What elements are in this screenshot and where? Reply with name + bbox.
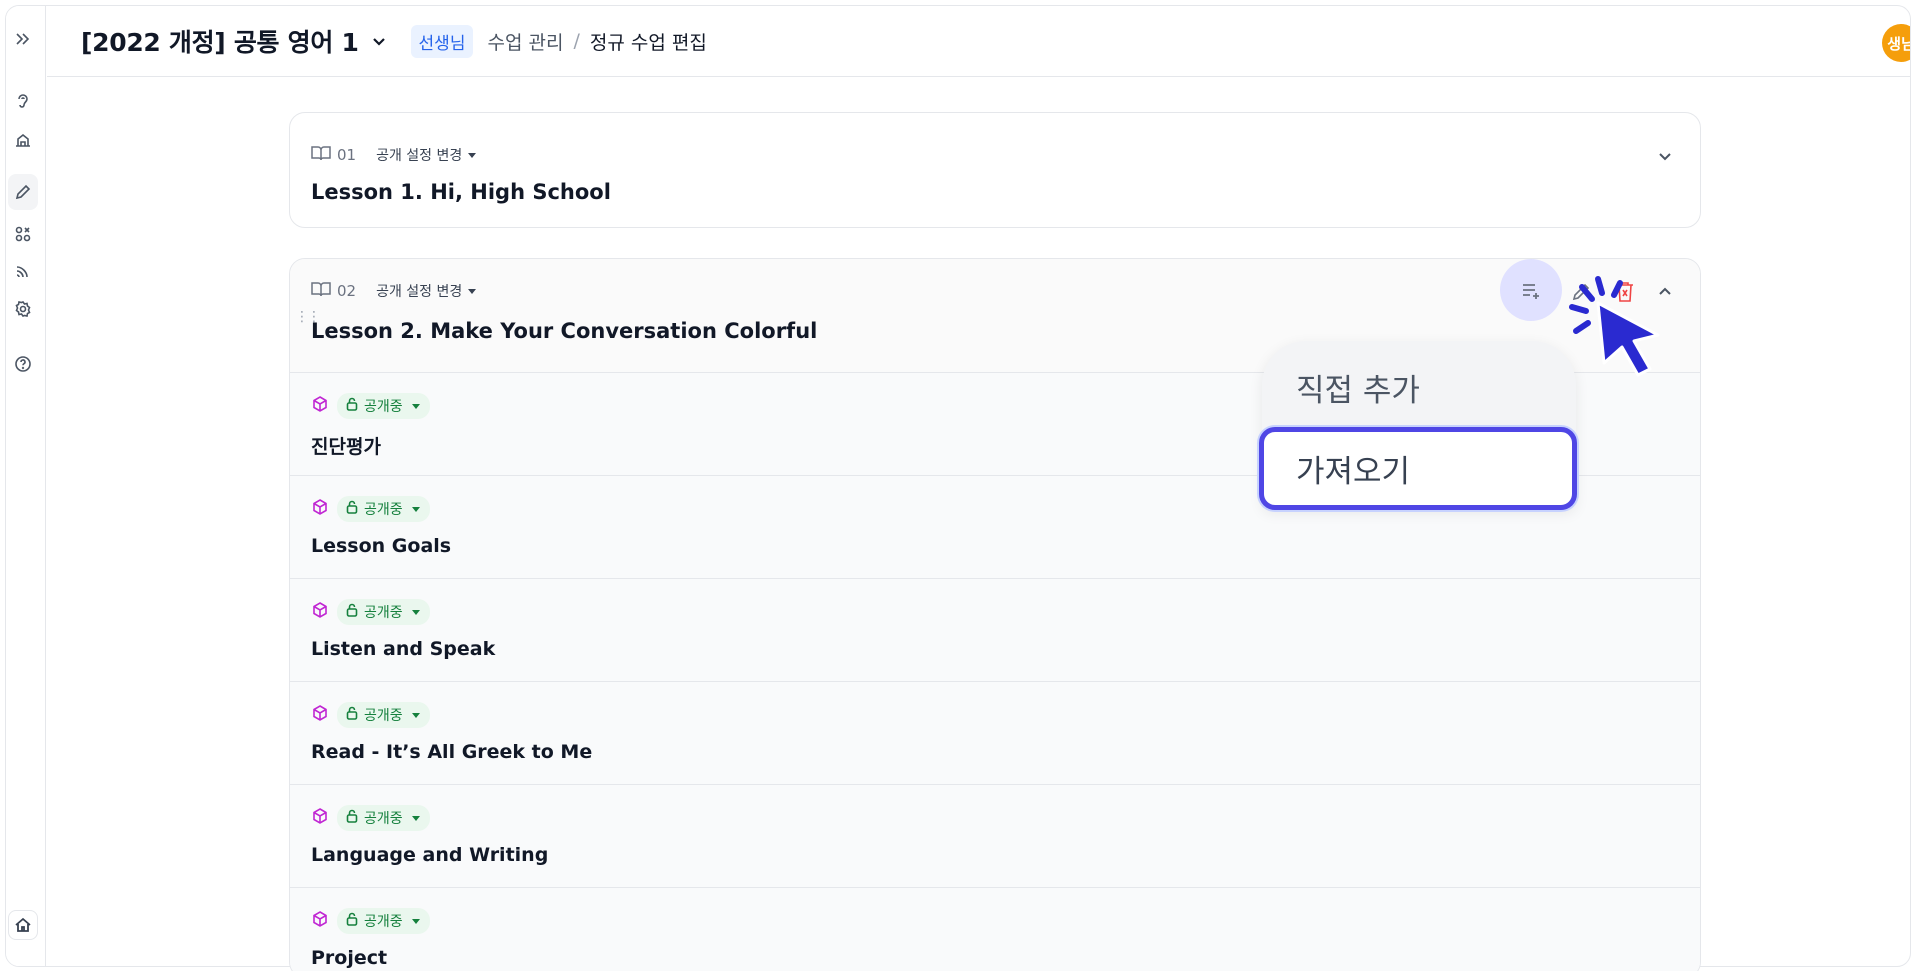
home-icon[interactable] xyxy=(8,910,38,940)
add-item-button[interactable] xyxy=(1500,259,1562,321)
unlock-icon xyxy=(345,603,359,621)
caret-down-icon xyxy=(411,609,420,615)
settings-icon[interactable] xyxy=(10,296,36,322)
status-label: 공개중 xyxy=(364,914,403,930)
item-meta: 공개중 xyxy=(311,496,430,522)
lesson-meta: 01 공개 설정 변경 xyxy=(311,145,477,165)
book-icon xyxy=(311,281,331,301)
visibility-dropdown[interactable]: 공개 설정 변경 xyxy=(376,281,477,301)
cube-icon xyxy=(311,498,329,520)
status-label: 공개중 xyxy=(364,811,403,827)
playlist-add-icon xyxy=(1523,284,1539,299)
lesson-card[interactable]: 01 공개 설정 변경 Lesson 1. Hi, High School xyxy=(289,112,1701,228)
status-dropdown[interactable]: 공개중 xyxy=(337,496,430,522)
list-item[interactable]: 공개중 Listen and Speak xyxy=(290,578,1700,681)
status-label: 공개중 xyxy=(364,605,403,621)
list-item[interactable]: 공개중 Project xyxy=(290,887,1700,971)
item-title[interactable]: 진단평가 xyxy=(311,432,381,459)
caret-down-icon xyxy=(411,403,420,409)
unlock-icon xyxy=(345,706,359,724)
list-item[interactable]: 공개중 Read - It’s All Greek to Me xyxy=(290,681,1700,784)
list-item[interactable]: 공개중 Language and Writing xyxy=(290,784,1700,887)
avatar[interactable]: 생님 xyxy=(1882,24,1910,62)
caret-down-icon xyxy=(411,815,420,821)
role-badge: 선생님 xyxy=(410,24,474,58)
sidebar xyxy=(6,6,46,966)
status-dropdown[interactable]: 공개중 xyxy=(337,393,430,419)
breadcrumb-parent[interactable]: 수업 관리 xyxy=(487,28,563,55)
status-label: 공개중 xyxy=(364,399,403,415)
unlock-icon xyxy=(345,500,359,518)
breadcrumb-separator: / xyxy=(573,30,580,52)
status-label: 공개중 xyxy=(364,502,403,518)
top-header: [2022 개정] 공통 영어 1 선생님 수업 관리 / 정규 수업 편집 생… xyxy=(47,6,1910,77)
item-meta: 공개중 xyxy=(311,599,430,625)
status-dropdown[interactable]: 공개중 xyxy=(337,805,430,831)
pencil-icon[interactable] xyxy=(8,174,38,210)
visibility-dropdown-label: 공개 설정 변경 xyxy=(376,148,463,164)
unlock-icon xyxy=(345,809,359,827)
item-title[interactable]: Project xyxy=(311,947,387,969)
lesson-title[interactable]: Lesson 2. Make Your Conversation Colorfu… xyxy=(311,319,817,343)
ear-icon[interactable] xyxy=(10,88,36,114)
chevron-down-icon[interactable] xyxy=(1656,147,1674,165)
chevron-down-icon[interactable] xyxy=(371,33,387,49)
visibility-dropdown-label: 공개 설정 변경 xyxy=(376,284,463,300)
item-title[interactable]: Read - It’s All Greek to Me xyxy=(311,741,592,763)
help-icon[interactable] xyxy=(10,351,36,377)
item-title[interactable]: Listen and Speak xyxy=(311,638,495,660)
status-dropdown[interactable]: 공개중 xyxy=(337,599,430,625)
cube-icon xyxy=(311,910,329,932)
status-label: 공개중 xyxy=(364,708,403,724)
item-title[interactable]: Lesson Goals xyxy=(311,535,451,557)
unlock-icon xyxy=(345,397,359,415)
item-meta: 공개중 xyxy=(311,805,430,831)
cube-icon xyxy=(311,601,329,623)
signal-icon[interactable] xyxy=(10,259,36,285)
item-meta: 공개중 xyxy=(311,908,430,934)
book-icon xyxy=(311,145,331,165)
caret-down-icon xyxy=(468,288,477,294)
visibility-dropdown[interactable]: 공개 설정 변경 xyxy=(376,145,477,165)
item-meta: 공개중 xyxy=(311,702,430,728)
mouse-cursor-icon xyxy=(1558,273,1668,383)
lesson-number: 02 xyxy=(337,282,357,300)
unlock-icon xyxy=(345,912,359,930)
lesson-meta: 02 공개 설정 변경 xyxy=(311,281,477,301)
item-meta: 공개중 xyxy=(311,393,430,419)
caret-down-icon xyxy=(411,918,420,924)
lesson-number: 01 xyxy=(337,146,357,164)
status-dropdown[interactable]: 공개중 xyxy=(337,908,430,934)
menu-item-direct-add[interactable]: 직접 추가 xyxy=(1296,365,1420,410)
caret-down-icon xyxy=(411,712,420,718)
lesson-title[interactable]: Lesson 1. Hi, High School xyxy=(311,180,611,204)
shapes-icon[interactable] xyxy=(10,221,36,247)
caret-down-icon xyxy=(411,506,420,512)
cube-icon xyxy=(311,395,329,417)
item-title[interactable]: Language and Writing xyxy=(311,844,548,866)
course-title[interactable]: [2022 개정] 공통 영어 1 xyxy=(81,23,359,59)
status-dropdown[interactable]: 공개중 xyxy=(337,702,430,728)
school-icon[interactable] xyxy=(10,127,36,153)
breadcrumb-current: 정규 수업 편집 xyxy=(589,31,707,54)
caret-down-icon xyxy=(468,152,477,158)
cube-icon xyxy=(311,807,329,829)
expand-sidebar-icon[interactable] xyxy=(10,26,36,52)
menu-item-import[interactable]: 가져오기 xyxy=(1259,427,1577,510)
cube-icon xyxy=(311,704,329,726)
